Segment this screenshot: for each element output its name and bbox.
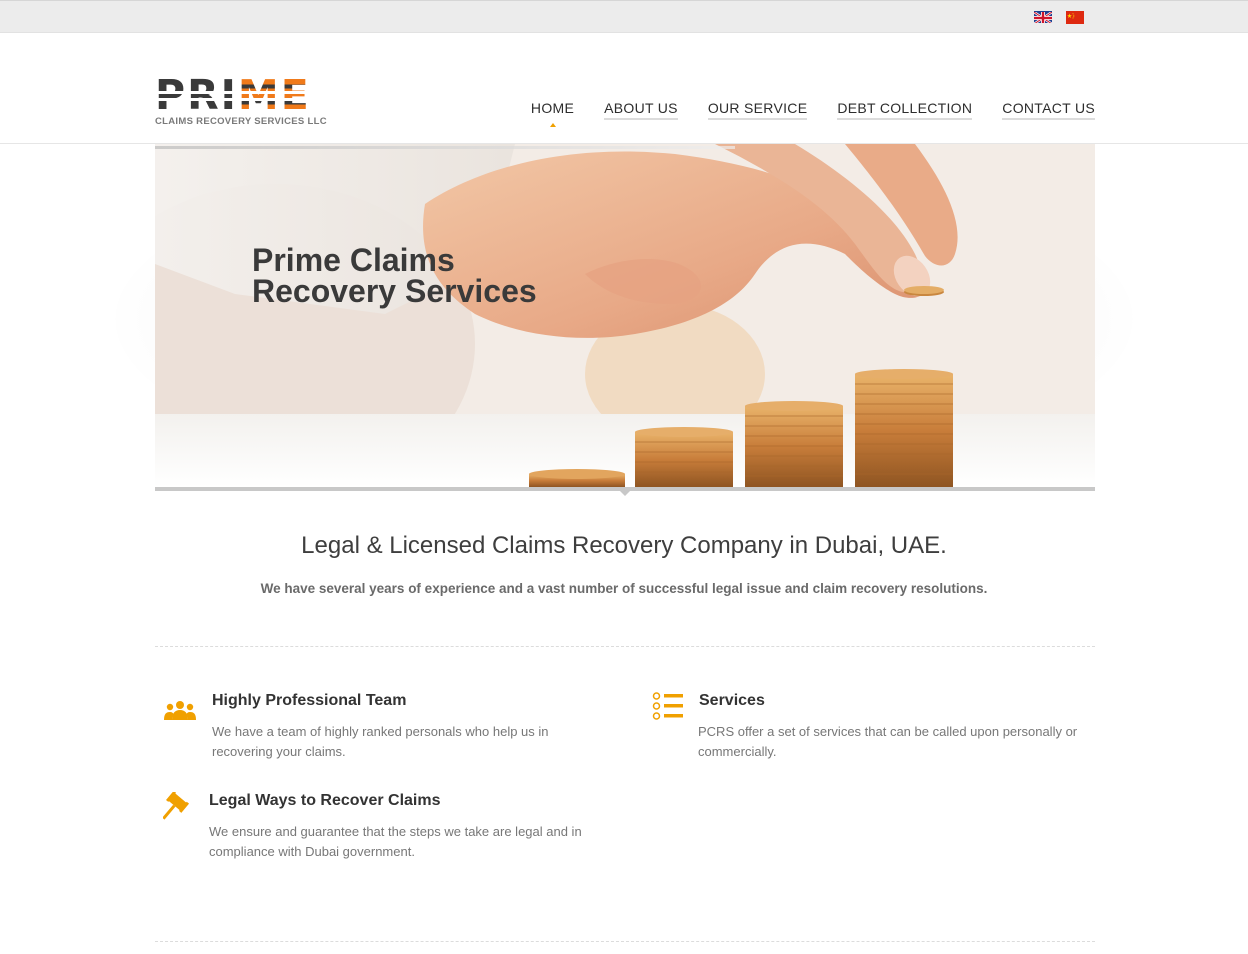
- nav-home[interactable]: HOME: [530, 100, 575, 127]
- logo-wordmark: PRIME: [155, 75, 311, 116]
- hero-top-accent: [155, 146, 735, 149]
- feature-team: Highly Professional Team We have a team …: [163, 692, 583, 772]
- logo-letter: R: [187, 71, 221, 119]
- gavel-icon: [163, 792, 190, 820]
- hero-title: Prime Claims Recovery Services: [252, 242, 537, 309]
- feature-services: Services PCRS offer a set of services th…: [652, 692, 1092, 772]
- feature-services-text: PCRS offer a set of services that can be…: [698, 724, 1078, 759]
- nav-about-us-label: ABOUT US: [604, 100, 678, 116]
- nav-contact-us-label: CONTACT US: [1002, 100, 1095, 116]
- main-nav: HOME ABOUT US OUR SERVICE DEBT COLLECTIO…: [530, 100, 1095, 127]
- feature-legal-ways-title: Legal Ways to Recover Claims: [209, 792, 441, 809]
- logo-letter: I: [220, 71, 238, 119]
- feature-team-text: We have a team of highly ranked personal…: [212, 724, 549, 759]
- hero-banner: Prime Claims Recovery Services: [155, 144, 1095, 487]
- nav-about-us[interactable]: ABOUT US: [604, 100, 678, 120]
- uk-flag-icon[interactable]: [1034, 11, 1052, 23]
- nav-home-label: HOME: [530, 100, 575, 116]
- nav-debt-collection-label: DEBT COLLECTION: [837, 100, 973, 116]
- team-icon: [164, 701, 196, 720]
- active-indicator-icon: [549, 123, 556, 127]
- language-bar: [0, 0, 1248, 33]
- feature-legal-ways: Legal Ways to Recover Claims We ensure a…: [163, 792, 593, 872]
- hand-with-coins-illustration: [155, 144, 1095, 487]
- slider-pointer-icon: [619, 490, 631, 496]
- intro-subtitle: We have several years of experience and …: [260, 581, 988, 596]
- company-logo[interactable]: PRIME CLAIMS RECOVERY SERVICES LLC: [155, 75, 335, 127]
- logo-letter: P: [155, 71, 188, 119]
- intro-title: Legal & Licensed Claims Recovery Company…: [301, 532, 947, 559]
- nav-our-service[interactable]: OUR SERVICE: [707, 100, 808, 120]
- feature-team-title: Highly Professional Team: [212, 692, 407, 709]
- china-flag-icon[interactable]: [1066, 11, 1084, 24]
- footer-divider: [155, 941, 1095, 942]
- section-divider: [155, 646, 1095, 647]
- feature-services-title: Services: [699, 692, 765, 709]
- hero-title-line2: Recovery Services: [252, 273, 537, 309]
- list-icon: [652, 692, 683, 720]
- nav-contact-us[interactable]: CONTACT US: [1002, 100, 1095, 120]
- nav-debt-collection[interactable]: DEBT COLLECTION: [837, 100, 973, 120]
- logo-letter: M: [237, 71, 281, 119]
- logo-letter: E: [280, 71, 311, 119]
- nav-our-service-label: OUR SERVICE: [707, 100, 808, 116]
- feature-legal-ways-text: We ensure and guarantee that the steps w…: [209, 824, 582, 859]
- hero-title-line1: Prime Claims: [252, 242, 455, 278]
